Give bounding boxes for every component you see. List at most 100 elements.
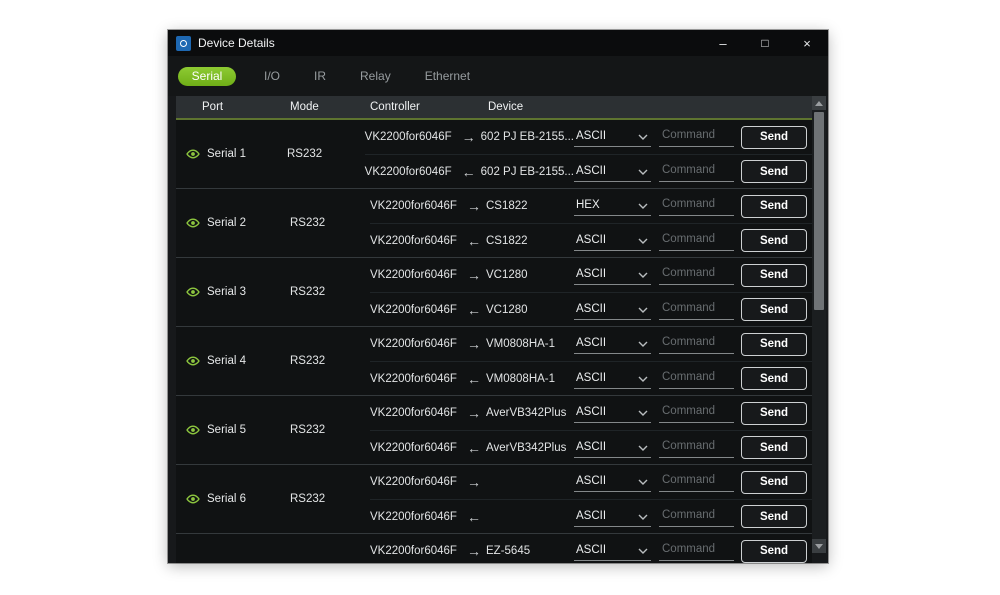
scroll-down-button[interactable] [812, 539, 826, 553]
port-cell: Serial 6 [176, 465, 290, 533]
eye-icon [186, 354, 200, 368]
send-button[interactable]: Send [741, 402, 807, 425]
send-button[interactable]: Send [741, 367, 807, 390]
tab-serial[interactable]: Serial [178, 67, 236, 86]
chevron-down-icon [638, 203, 648, 209]
chevron-down-icon [638, 307, 648, 313]
command-input[interactable] [659, 127, 734, 147]
port-cell: Serial 3 [176, 258, 290, 326]
arrow-left-icon: ← [462, 371, 486, 387]
format-dropdown[interactable]: HEX [574, 196, 651, 216]
port-name: Serial 5 [207, 424, 246, 436]
format-dropdown[interactable]: ASCII [574, 231, 651, 251]
chevron-down-icon [638, 169, 648, 175]
command-input[interactable] [659, 507, 734, 527]
minimize-button[interactable]: – [702, 30, 744, 56]
controller-name: VK2200for6046F [370, 269, 462, 281]
send-button[interactable]: Send [741, 195, 807, 218]
format-dropdown[interactable]: ASCII [574, 265, 651, 285]
vertical-scrollbar[interactable] [812, 96, 826, 553]
chevron-down-icon [638, 134, 648, 140]
format-dropdown[interactable]: ASCII [574, 507, 651, 527]
send-button[interactable]: Send [741, 264, 807, 287]
eye-icon [186, 147, 200, 161]
send-button[interactable]: Send [741, 298, 807, 321]
arrow-right-icon: → [462, 543, 486, 559]
port-name: Serial 4 [207, 355, 246, 367]
eye-icon [186, 423, 200, 437]
controller-name: VK2200for6046F [370, 373, 462, 385]
command-input[interactable] [659, 472, 734, 492]
controller-name: VK2200for6046F [370, 200, 462, 212]
triangle-up-icon [815, 101, 823, 106]
command-input[interactable] [659, 403, 734, 423]
table-row-group: Serial 5 RS232 VK2200for6046F → AverVB34… [176, 395, 812, 464]
serial-row: VK2200for6046F → 602 PJ EB-2155... ASCII… [365, 120, 812, 154]
mode-cell: RS232 [290, 327, 370, 395]
tab-ethernet[interactable]: Ethernet [421, 69, 474, 83]
port-cell: Serial 1 [176, 120, 287, 188]
arrow-right-icon: → [462, 474, 486, 490]
port-cell: Serial 5 [176, 396, 290, 464]
send-button[interactable]: Send [741, 436, 807, 459]
command-input[interactable] [659, 265, 734, 285]
window-title: Device Details [198, 36, 275, 50]
chevron-down-icon [638, 376, 648, 382]
chevron-down-icon [638, 479, 648, 485]
tab-ir[interactable]: IR [310, 69, 330, 83]
scroll-up-button[interactable] [812, 96, 826, 110]
format-dropdown[interactable]: ASCII [574, 369, 651, 389]
command-input[interactable] [659, 300, 734, 320]
format-dropdown[interactable]: ASCII [574, 300, 651, 320]
send-button[interactable]: Send [741, 126, 807, 149]
send-button[interactable]: Send [741, 540, 807, 563]
mode-cell: RS232 [290, 396, 370, 464]
format-dropdown[interactable]: ASCII [574, 127, 651, 147]
port-name: Serial 6 [207, 493, 246, 505]
close-button[interactable]: × [786, 30, 828, 56]
format-dropdown[interactable]: ASCII [574, 541, 651, 561]
format-value: ASCII [576, 544, 606, 556]
format-dropdown[interactable]: ASCII [574, 438, 651, 458]
command-input[interactable] [659, 196, 734, 216]
close-icon: × [803, 36, 811, 51]
command-input[interactable] [659, 231, 734, 251]
controller-name: VK2200for6046F [370, 442, 462, 454]
device-name: 602 PJ EB-2155... [481, 131, 574, 143]
arrow-left-icon: ← [462, 302, 486, 318]
tab-io[interactable]: I/O [260, 69, 284, 83]
command-input[interactable] [659, 541, 734, 561]
maximize-button[interactable]: □ [744, 30, 786, 56]
format-value: ASCII [576, 372, 606, 384]
serial-row: VK2200for6046F → VC1280 ASCII Send [370, 258, 812, 292]
command-input[interactable] [659, 162, 734, 182]
arrow-right-icon: → [457, 129, 481, 145]
scrollbar-thumb[interactable] [814, 112, 824, 310]
format-dropdown[interactable]: ASCII [574, 334, 651, 354]
chevron-down-icon [638, 341, 648, 347]
send-button[interactable]: Send [741, 229, 807, 252]
format-value: ASCII [576, 268, 606, 280]
serial-row: VK2200for6046F → VM0808HA-1 ASCII Send [370, 327, 812, 361]
serial-row: VK2200for6046F ← VM0808HA-1 ASCII Send [370, 361, 812, 395]
chevron-down-icon [638, 445, 648, 451]
device-name: AverVB342Plus [486, 442, 574, 454]
command-input[interactable] [659, 369, 734, 389]
format-dropdown[interactable]: ASCII [574, 472, 651, 492]
device-name: AverVB342Plus [486, 407, 574, 419]
eye-icon [186, 492, 200, 506]
command-input[interactable] [659, 438, 734, 458]
command-input[interactable] [659, 334, 734, 354]
serial-row: VK2200for6046F → EZ-5645 ASCII Send [370, 534, 812, 563]
tab-relay[interactable]: Relay [356, 69, 395, 83]
send-button[interactable]: Send [741, 471, 807, 494]
device-name: CS1822 [486, 200, 574, 212]
tab-bar: Serial I/O IR Relay Ethernet [168, 56, 828, 96]
format-value: HEX [576, 199, 600, 211]
send-button[interactable]: Send [741, 333, 807, 356]
send-button[interactable]: Send [741, 160, 807, 183]
send-button[interactable]: Send [741, 505, 807, 528]
format-dropdown[interactable]: ASCII [574, 162, 651, 182]
format-dropdown[interactable]: ASCII [574, 403, 651, 423]
column-header-device: Device [488, 101, 812, 113]
